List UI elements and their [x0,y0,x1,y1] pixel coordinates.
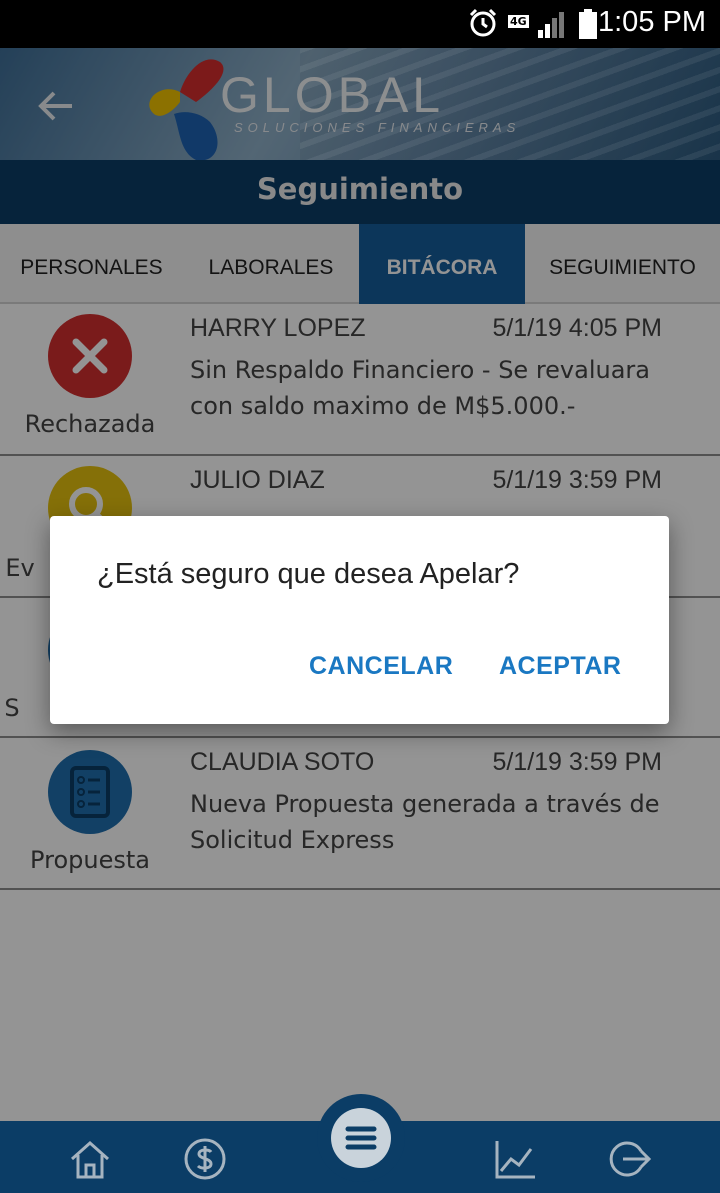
alarm-icon [469,8,497,37]
logout-icon[interactable] [607,1137,651,1181]
confirm-dialog: ¿Está seguro que desea Apelar? CANCELAR … [50,516,669,724]
cancel-button[interactable]: CANCELAR [309,652,453,681]
signal-icon [538,12,564,38]
clock: 1:05 PM [598,6,706,38]
status-bar: 4G 1:05 PM [0,0,720,48]
accept-button[interactable]: ACEPTAR [499,652,621,681]
network-type: 4G [508,15,529,28]
chart-icon[interactable] [493,1137,537,1181]
dollar-icon[interactable] [183,1137,227,1181]
menu-icon [345,1126,377,1150]
battery-icon [579,9,597,39]
dialog-message: ¿Está seguro que desea Apelar? [97,558,520,590]
home-icon[interactable] [68,1137,112,1181]
menu-button[interactable] [317,1094,405,1182]
